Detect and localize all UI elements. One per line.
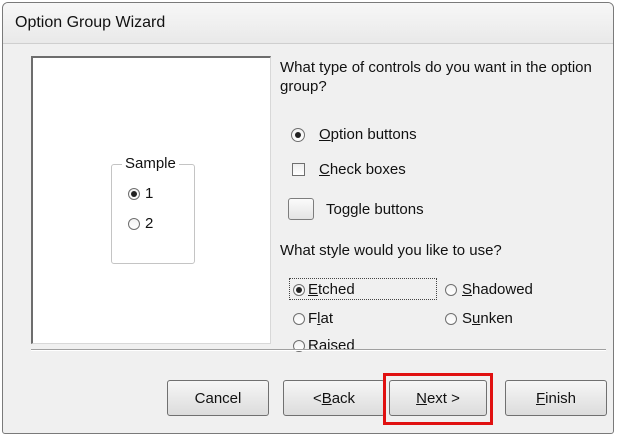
- flat-label: Flat: [308, 310, 334, 327]
- window-title: Option Group Wizard: [15, 14, 166, 31]
- raised-label: Raised: [308, 337, 355, 354]
- shadowed-radio[interactable]: [445, 283, 457, 296]
- check-boxes-checkbox[interactable]: [292, 163, 305, 176]
- sample-option-2-label: 2: [145, 215, 154, 232]
- sunken-label: Sunken: [462, 310, 513, 327]
- sample-preview: Sample 1 2: [31, 56, 271, 344]
- etched-label: Etched: [308, 281, 355, 298]
- finish-button[interactable]: Finish: [505, 380, 607, 416]
- title-bar[interactable]: Option Group Wizard: [3, 3, 613, 44]
- style-sunken[interactable]: Sunken: [445, 310, 513, 327]
- toggle-buttons-label: Toggle buttons: [326, 200, 424, 218]
- etched-radio[interactable]: [293, 283, 305, 296]
- sample-legend: Sample: [122, 155, 179, 172]
- wizard-body: Sample 1 2 What type of controls do you …: [17, 44, 607, 425]
- next-button-highlight: [383, 373, 493, 425]
- sunken-radio[interactable]: [445, 312, 457, 325]
- back-button[interactable]: < Back: [283, 380, 385, 416]
- style-raised[interactable]: Raised: [293, 337, 355, 354]
- shadowed-label: Shadowed: [462, 281, 533, 298]
- option-group-wizard-window: Option Group Wizard Sample 1 2 What type…: [2, 2, 614, 434]
- sample-option-1: 1: [128, 185, 153, 202]
- sample-option-1-label: 1: [145, 185, 154, 202]
- sample-option-2: 2: [128, 215, 153, 232]
- toggle-buttons-choice[interactable]: Toggle buttons: [288, 198, 424, 220]
- toggle-button-icon[interactable]: [288, 198, 314, 220]
- cancel-button[interactable]: Cancel: [167, 380, 269, 416]
- option-buttons-radio[interactable]: [291, 127, 305, 142]
- divider: [31, 349, 606, 351]
- option-buttons-choice[interactable]: Option buttons: [291, 126, 417, 143]
- style-question: What style would you like to use?: [280, 242, 502, 259]
- controls-question: What type of controls do you want in the…: [280, 59, 592, 95]
- sample-radio-1-icon: [128, 188, 140, 201]
- style-etched[interactable]: Etched: [293, 281, 355, 298]
- flat-radio[interactable]: [293, 312, 305, 325]
- check-boxes-choice[interactable]: Check boxes: [291, 161, 406, 178]
- style-flat[interactable]: Flat: [293, 310, 333, 327]
- style-shadowed[interactable]: Shadowed: [445, 281, 533, 298]
- check-boxes-label: Check boxes: [319, 161, 406, 178]
- sample-option-group: Sample 1 2: [111, 155, 195, 264]
- option-buttons-label: Option buttons: [319, 126, 417, 143]
- sample-radio-2-icon: [128, 218, 140, 231]
